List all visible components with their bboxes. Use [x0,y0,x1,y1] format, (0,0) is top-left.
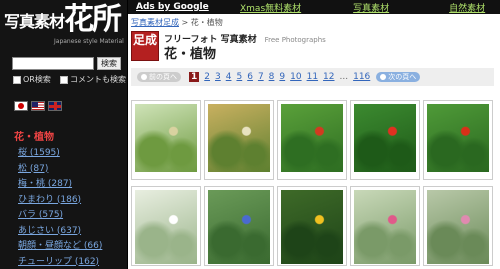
logo-subtitle: Japanese style Material [54,38,124,45]
ad-link-photo[interactable]: 写真素材 [353,1,389,14]
japan-flag-icon[interactable] [14,101,28,111]
ad-link-xmas[interactable]: Xmas無料素材 [240,1,301,14]
comment-search-checkbox[interactable] [60,75,68,84]
photo-thumbnail[interactable] [204,100,274,180]
uk-flag-icon[interactable] [48,101,62,111]
photo-thumbnail[interactable] [350,186,420,266]
photo-leaves [135,104,197,172]
logo-kanji: 花所 [64,2,122,37]
ad-bar: Ads by Google Xmas無料素材 写真素材 自然素材 [128,0,500,14]
photo-thumbnail[interactable] [277,186,347,266]
category-link[interactable]: 桜 (1595) [18,145,102,161]
photo-red-flower-leaves [427,104,489,172]
comment-search-label: コメントも検索 [70,75,126,84]
page-number-link[interactable]: 11 [307,72,318,82]
category-link[interactable]: 朝顔・昼顔など (66) [18,238,102,254]
site-title-en: Free Photographs [264,36,326,44]
category-link[interactable]: あじさい (637) [18,223,102,239]
photo-thumbnail[interactable] [423,186,493,266]
page-number-link[interactable]: 6 [247,72,253,82]
category-title: 花・植物 [14,132,54,143]
page-number-link[interactable]: 2 [204,72,210,82]
page-number-link[interactable]: 10 [290,72,301,82]
site-stamp-logo[interactable]: 足成 [131,31,159,61]
breadcrumb-home-link[interactable]: 写真素材足成 [131,18,179,27]
photo-thumbnail[interactable] [277,100,347,180]
photo-yellow-bokeh [208,104,270,172]
category-link[interactable]: ひまわり (186) [18,192,102,208]
category-list: 桜 (1595) 松 (87) 梅・桃 (287) ひまわり (186) バラ (575… [18,145,102,269]
language-flags [14,101,62,111]
photo-red-flower-green [281,104,343,172]
page-number-link[interactable]: 7 [258,72,264,82]
prev-page-button[interactable]: 前の頁へ [137,72,181,82]
photo-thumbnail[interactable] [423,100,493,180]
prev-arrow-icon [141,74,147,80]
photo-yellow-flowers [281,190,343,264]
page-number-link[interactable]: 8 [269,72,275,82]
photo-thumbnail[interactable] [131,186,201,266]
page-number-link[interactable]: 12 [323,72,334,82]
breadcrumb: 写真素材足成 > 花・植物 [131,17,223,28]
page-ellipsis: ... [339,72,349,82]
usa-flag-icon[interactable] [31,101,45,111]
search-row: 検索 [12,57,121,71]
page-title: 花・植物 [164,47,217,62]
page-number-link[interactable]: 3 [215,72,221,82]
next-arrow-icon [380,74,387,80]
page-number-link[interactable]: 116 [353,72,370,82]
photo-thumbnail[interactable] [131,100,201,180]
page-number-link[interactable]: 4 [226,72,232,82]
category-link[interactable]: 松 (87) [18,161,102,177]
search-input[interactable] [12,57,94,70]
photo-blue-flowers [208,190,270,264]
photo-red-flower-bush [354,104,416,172]
photo-pink-rose [354,190,416,264]
photo-pink-flower [427,190,489,264]
comment-search-option[interactable]: コメントも検索 [60,74,126,85]
category-link[interactable]: バラ (575) [18,207,102,223]
or-search-label: OR検索 [23,75,51,84]
photo-thumbnail[interactable] [350,100,420,180]
page-number-link[interactable]: 1 [189,72,200,82]
page-number-link[interactable]: 5 [236,72,242,82]
breadcrumb-current: 花・植物 [190,18,223,27]
pagination: 前の頁へ 1 2 3 4 5 6 7 8 9 10 11 12... 116 次の頁へ [131,68,494,86]
category-link[interactable]: チューリップ (162) [18,254,102,269]
photo-thumbnail[interactable] [204,186,274,266]
page-numbers: 1 2 3 4 5 6 7 8 9 10 11 12... 116 [189,72,370,82]
ads-by-google-link[interactable]: Ads by Google [136,2,214,12]
site-logo[interactable]: 写真素材 花所 Japanese style Material [4,4,126,48]
breadcrumb-separator: > [179,18,191,27]
ad-link-nature[interactable]: 自然素材 [449,1,485,14]
photo-white-flowers [135,190,197,264]
prev-page-label: 前の頁へ [149,73,177,81]
search-button[interactable]: 検索 [97,57,121,70]
or-search-checkbox[interactable] [13,75,21,84]
next-page-label: 次の頁へ [388,73,417,81]
next-page-button[interactable]: 次の頁へ [376,72,421,82]
sidebar: 写真素材 花所 Japanese style Material 検索 OR検索 … [0,0,128,269]
page-number-link[interactable]: 9 [279,72,285,82]
logo-text: 写真素材 [4,12,65,31]
or-search-option[interactable]: OR検索 [13,74,51,85]
category-link[interactable]: 梅・桃 (287) [18,176,102,192]
